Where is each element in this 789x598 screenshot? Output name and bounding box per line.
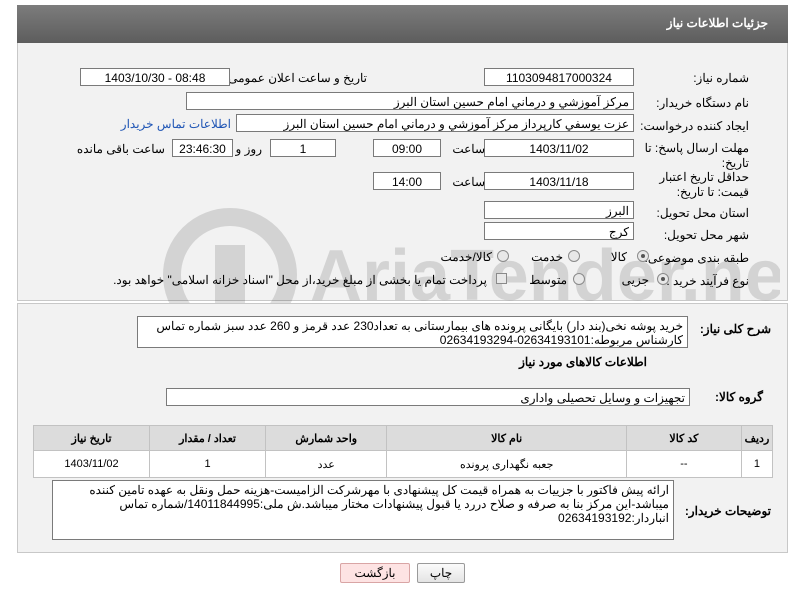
buyer-org-field: مرکز آموزشي و درماني امام حسين استان الب…	[186, 92, 634, 110]
description-textarea: خرید پوشه نخی(بند دار) بایگانی پرونده ها…	[137, 316, 688, 348]
category-radio-service[interactable]	[568, 250, 580, 262]
days-label: روز و	[235, 142, 262, 156]
panel-header: جزئیات اطلاعات نیاز	[17, 5, 788, 43]
buyer-org-label: نام دستگاه خریدار:	[656, 96, 749, 110]
col-item-code: کد کالا	[625, 425, 742, 451]
cell-quantity: 1	[149, 450, 267, 478]
city-field: کرج	[484, 222, 634, 240]
back-button[interactable]: بازگشت	[340, 563, 410, 583]
treasury-checkbox[interactable]	[496, 273, 507, 284]
remaining-time-field: 23:46:30	[172, 139, 233, 157]
goods-group-field: تجهیزات و وسایل تحصیلی واداری	[166, 388, 690, 406]
province-field: البرز	[484, 201, 634, 219]
goods-group-label: گروه کالا:	[715, 390, 763, 404]
remaining-days-field: 1	[270, 139, 336, 157]
category-option-service: خدمت	[531, 250, 563, 264]
col-need-date: تاریخ نیاز	[32, 425, 151, 451]
price-validity-date: 1403/11/18	[484, 172, 634, 190]
buyer-contact-link[interactable]: اطلاعات تماس خریدار	[121, 117, 231, 131]
reply-deadline-date: 1403/11/02	[484, 139, 634, 157]
cell-unit: عدد	[265, 450, 388, 478]
cell-need-date: 1403/11/02	[32, 450, 151, 478]
need-number-label: شماره نیاز:	[693, 71, 749, 85]
category-radio-goods[interactable]	[637, 250, 649, 262]
treasury-note: پرداخت تمام یا بخشی از مبلغ خرید،از محل …	[113, 273, 487, 287]
goods-info-title: اطلاعات کالاهای مورد نیاز	[519, 355, 647, 369]
table-header-row: ردیف کد کالا نام کالا واحد شمارش تعداد /…	[32, 425, 774, 451]
col-quantity: تعداد / مقدار	[149, 425, 267, 451]
category-option-goods: کالا	[610, 250, 627, 264]
buyer-notes-label: توضیحات خریدار:	[684, 504, 771, 518]
items-table: ردیف کد کالا نام کالا واحد شمارش تعداد /…	[32, 425, 774, 478]
need-number-field: 1103094817000324	[484, 68, 634, 86]
cell-item-name: جعبه نگهداری پرونده	[386, 450, 627, 478]
buyer-notes-textarea: ارائه پیش فاکتور با جزییات به همراه قیمت…	[52, 480, 674, 540]
requester-label: ایجاد کننده درخواست:	[640, 119, 749, 133]
reply-deadline-label: مهلت ارسال پاسخ: تا تاریخ:	[644, 141, 749, 170]
purchase-type-label: نوع فرآیند خرید :	[666, 274, 749, 288]
price-validity-time: 14:00	[373, 172, 441, 190]
city-label: شهر محل تحویل:	[663, 228, 749, 242]
announce-datetime-field: 1403/10/30 - 08:48	[80, 68, 230, 86]
reply-time-label: ساعت	[452, 142, 485, 156]
requester-field: عزت یوسفي کارپرداز مرکز آموزشي و درماني …	[236, 114, 634, 132]
announce-datetime-label: تاریخ و ساعت اعلان عمومی:	[224, 71, 367, 85]
cell-item-code: --	[625, 450, 742, 478]
print-button[interactable]: چاپ	[417, 563, 465, 583]
purchase-type-radio-medium[interactable]	[573, 273, 585, 285]
category-radio-goods-service[interactable]	[497, 250, 509, 262]
purchase-type-radio-minor[interactable]	[657, 273, 669, 285]
purchase-type-option-minor: جزیی	[621, 273, 649, 287]
category-option-goods-service: کالا/خدمت	[440, 250, 492, 264]
price-validity-time-label: ساعت	[452, 175, 485, 189]
col-row-number: ردیف	[740, 425, 774, 451]
description-label: شرح کلی نیاز:	[699, 322, 771, 336]
price-validity-label: حداقل تاریخ اعتبار قیمت: تا تاریخ:	[659, 170, 749, 199]
col-unit: واحد شمارش	[265, 425, 388, 451]
reply-deadline-time: 09:00	[373, 139, 441, 157]
province-label: استان محل تحویل:	[656, 206, 749, 220]
table-row: 1 -- جعبه نگهداری پرونده عدد 1 1403/11/0…	[32, 450, 774, 478]
purchase-type-option-medium: متوسط	[529, 273, 567, 287]
cell-row-number: 1	[740, 450, 774, 478]
remaining-time-label: ساعت باقی مانده	[76, 142, 165, 156]
panel-title: جزئیات اطلاعات نیاز	[666, 16, 768, 30]
page: جزئیات اطلاعات نیاز AriaTender.net شماره…	[0, 0, 789, 598]
col-item-name: نام کالا	[386, 425, 627, 451]
category-label: طبقه بندی موضوعی:	[644, 251, 749, 265]
